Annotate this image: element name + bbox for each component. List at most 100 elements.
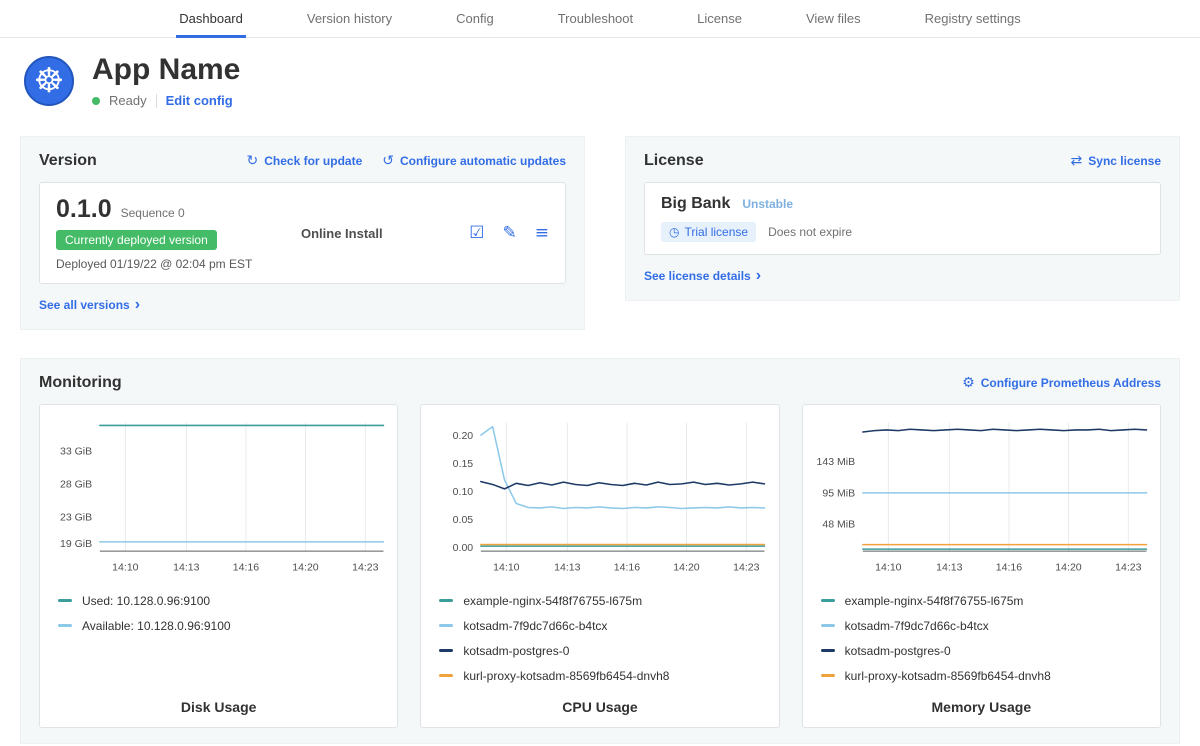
app-status-row: Ready Edit config	[92, 93, 240, 108]
gear-icon: ⚙	[962, 376, 975, 390]
version-action-icons: ☑ ✎ ≡	[469, 225, 549, 242]
check-for-update-link[interactable]: ↻ Check for update	[247, 154, 363, 168]
tab-dashboard[interactable]: Dashboard	[176, 0, 246, 37]
chart-plot-memory-usage[interactable]: 14:1014:1314:1614:2014:2348 MiB95 MiB143…	[813, 417, 1150, 582]
svg-text:23 GiB: 23 GiB	[60, 512, 92, 524]
chart-card-disk-usage: 14:10 14:13 14:16 14:20 14:23 19 GiB 23 GiB 28 …	[39, 404, 398, 728]
version-card-actions: ↻ Check for update ↺ Configure automatic…	[247, 154, 567, 168]
app-logo: ☸	[24, 56, 74, 106]
legend-label: Used: 10.128.0.96:9100	[82, 594, 210, 608]
chart-plot-cpu-usage[interactable]: 14:1014:1314:1614:2014:230.000.050.100.1…	[431, 417, 768, 582]
svg-text:14:23: 14:23	[352, 561, 378, 573]
configure-prometheus-label: Configure Prometheus Address	[981, 376, 1161, 390]
svg-text:14:13: 14:13	[554, 561, 580, 573]
sync-license-link[interactable]: ⇄ Sync license	[1071, 154, 1161, 168]
preflight-checks-icon[interactable]: ☑	[469, 225, 484, 242]
status-dot	[92, 97, 100, 105]
tab-troubleshoot[interactable]: Troubleshoot	[555, 0, 636, 37]
chart-title: CPU Usage	[431, 689, 768, 719]
deploy-logs-icon[interactable]: ≡	[535, 225, 549, 242]
configure-automatic-updates-link[interactable]: ↺ Configure automatic updates	[382, 154, 566, 168]
top-nav: Dashboard Version history Config Troublesho…	[0, 0, 1200, 38]
sync-license-label: Sync license	[1088, 154, 1161, 168]
svg-text:14:20: 14:20	[292, 561, 318, 573]
svg-text:14:13: 14:13	[173, 561, 199, 573]
version-number: 0.1.0	[56, 195, 112, 224]
legend-swatch	[58, 624, 72, 627]
auto-update-icon: ↺	[382, 154, 394, 168]
tab-config[interactable]: Config	[453, 0, 497, 37]
legend-item: kotsadm-postgres-0	[821, 644, 1150, 658]
tab-version-history[interactable]: Version history	[304, 0, 395, 37]
legend-label: Available: 10.128.0.96:9100	[82, 619, 231, 633]
legend-swatch	[821, 624, 835, 627]
current-version-box: 0.1.0 Sequence 0 Currently deployed vers…	[39, 182, 566, 284]
legend-label: kotsadm-7f9dc7d66c-b4tcx	[845, 619, 989, 633]
monitoring-section: Monitoring ⚙ Configure Prometheus Addres…	[20, 358, 1180, 744]
svg-text:143 MiB: 143 MiB	[816, 456, 855, 468]
see-license-details-link[interactable]: See license details ›	[644, 268, 761, 284]
configure-prometheus-link[interactable]: ⚙ Configure Prometheus Address	[962, 376, 1161, 390]
legend-item: kotsadm-7f9dc7d66c-b4tcx	[439, 619, 768, 633]
chevron-right-icon: ›	[756, 268, 761, 284]
tab-license[interactable]: License	[694, 0, 745, 37]
svg-text:14:10: 14:10	[112, 561, 138, 573]
svg-text:14:20: 14:20	[674, 561, 700, 573]
chart-card-cpu-usage: 14:1014:1314:1614:2014:230.000.050.100.1…	[420, 404, 779, 728]
version-number-row: 0.1.0 Sequence 0	[56, 195, 271, 224]
legend-label: kurl-proxy-kotsadm-8569fb6454-dnvh8	[463, 669, 669, 683]
install-type-label: Online Install	[301, 226, 383, 241]
svg-text:14:20: 14:20	[1055, 561, 1081, 573]
config-edit-icon[interactable]: ✎	[503, 225, 517, 242]
series-kotsadm-7f9dc7d66c-b4tcx	[481, 427, 765, 509]
see-all-versions-label: See all versions	[39, 298, 130, 312]
svg-text:19 GiB: 19 GiB	[60, 538, 92, 550]
svg-text:14:16: 14:16	[233, 561, 259, 573]
trial-license-label: Trial license	[684, 225, 748, 239]
svg-text:14:10: 14:10	[875, 561, 901, 573]
license-card: License ⇄ Sync license Big Bank Unstable…	[625, 136, 1180, 301]
tab-registry-settings[interactable]: Registry settings	[922, 0, 1024, 37]
svg-text:95 MiB: 95 MiB	[822, 488, 855, 500]
page-title: App Name	[92, 53, 240, 87]
version-sequence: Sequence 0	[121, 206, 185, 220]
legend-item: kurl-proxy-kotsadm-8569fb6454-dnvh8	[439, 669, 768, 683]
version-card: Version ↻ Check for update ↺ Configure a…	[20, 136, 585, 330]
chart-card-memory-usage: 14:1014:1314:1614:2014:2348 MiB95 MiB143…	[802, 404, 1161, 728]
legend-swatch	[58, 599, 72, 602]
see-all-versions-link[interactable]: See all versions ›	[39, 297, 140, 313]
series-kotsadm-postgres-0	[481, 482, 765, 489]
version-info-column: 0.1.0 Sequence 0 Currently deployed vers…	[56, 195, 271, 271]
chart-plot-disk-usage[interactable]: 14:10 14:13 14:16 14:20 14:23 19 GiB 23 GiB 28 …	[50, 417, 387, 582]
tab-view-files[interactable]: View files	[803, 0, 864, 37]
kubernetes-wheel-icon: ☸	[34, 64, 64, 98]
chart-title: Disk Usage	[50, 689, 387, 719]
configure-automatic-updates-label: Configure automatic updates	[400, 154, 566, 168]
legend-swatch	[439, 599, 453, 602]
legend-label: example-nginx-54f8f76755-l675m	[463, 594, 642, 608]
svg-text:28 GiB: 28 GiB	[60, 478, 92, 490]
license-channel-badge: Unstable	[742, 197, 793, 211]
license-expiry: Does not expire	[768, 225, 852, 239]
svg-text:0.00: 0.00	[453, 542, 474, 554]
legend-item: kotsadm-7f9dc7d66c-b4tcx	[821, 619, 1150, 633]
chart-legend: example-nginx-54f8f76755-l675mkotsadm-7f…	[821, 594, 1150, 683]
svg-text:14:16: 14:16	[995, 561, 1021, 573]
svg-text:0.20: 0.20	[453, 430, 474, 442]
series-kotsadm-postgres-0	[862, 429, 1146, 432]
license-name-row: Big Bank Unstable	[661, 195, 1144, 213]
svg-text:0.15: 0.15	[453, 458, 474, 470]
deployed-timestamp: Deployed 01/19/22 @ 02:04 pm EST	[56, 257, 271, 271]
summary-cards-row: Version ↻ Check for update ↺ Configure a…	[20, 136, 1180, 330]
refresh-icon: ↻	[247, 154, 259, 168]
chart-legend: example-nginx-54f8f76755-l675m kotsadm-7f…	[439, 594, 768, 683]
sync-icon: ⇄	[1071, 154, 1083, 168]
legend-label: kurl-proxy-kotsadm-8569fb6454-dnvh8	[845, 669, 1051, 683]
legend-item: example-nginx-54f8f76755-l675m	[439, 594, 768, 608]
legend-swatch	[821, 599, 835, 602]
edit-config-link[interactable]: Edit config	[166, 93, 233, 108]
svg-text:14:16: 14:16	[614, 561, 640, 573]
svg-text:14:23: 14:23	[1115, 561, 1141, 573]
svg-text:0.10: 0.10	[453, 486, 474, 498]
deployed-version-badge: Currently deployed version	[56, 230, 217, 250]
